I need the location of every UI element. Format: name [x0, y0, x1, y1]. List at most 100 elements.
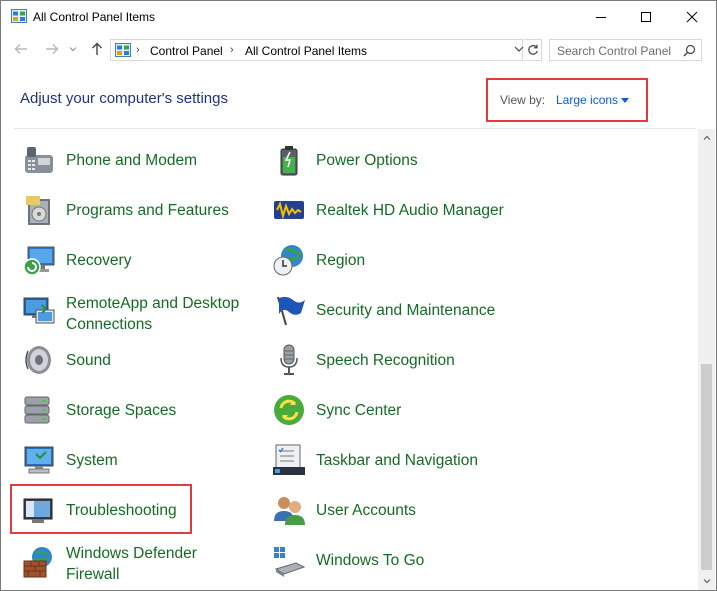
view-by-dropdown[interactable]: Large icons [556, 93, 618, 107]
item-troubleshooting[interactable]: Troubleshooting [22, 493, 242, 529]
programs-features-icon [26, 196, 50, 225]
item-label[interactable]: RemoteApp and Desktop [66, 293, 239, 314]
item-programs-and-features[interactable]: Programs and Features [22, 193, 242, 229]
item-label[interactable]: Sound [66, 350, 111, 371]
item-label[interactable]: Sync Center [316, 400, 401, 421]
storage-spaces-icon [24, 396, 50, 424]
item-system[interactable]: System [22, 443, 242, 479]
chevron-down-icon [514, 46, 524, 52]
control-panel-icon [11, 9, 27, 23]
forward-button[interactable] [42, 40, 62, 58]
window-title: All Control Panel Items [33, 10, 156, 24]
user-accounts-icon [274, 497, 305, 525]
item-taskbar-and-navigation[interactable]: Taskbar and Navigation [272, 443, 532, 479]
speaker-icon [25, 346, 51, 374]
remoteapp-icon [23, 297, 55, 324]
phone-modem-icon [25, 147, 53, 173]
breadcrumb-control-panel[interactable]: Control Panel [150, 44, 223, 58]
item-phone-and-modem[interactable]: Phone and Modem [22, 143, 242, 179]
search-icon [683, 44, 696, 57]
usb-drive-icon [274, 547, 306, 577]
item-windows-defender-firewall[interactable]: Windows Defender Firewall [22, 543, 252, 587]
chevron-down-icon [69, 47, 77, 52]
search-input[interactable]: Search Control Panel [549, 39, 702, 61]
recent-locations-button[interactable] [66, 40, 80, 58]
scroll-up-button[interactable] [698, 129, 715, 146]
items-grid: Phone and Modem Programs and Features Re… [1, 129, 698, 590]
item-label[interactable]: Taskbar and Navigation [316, 450, 478, 471]
item-label[interactable]: Windows To Go [316, 550, 424, 571]
item-label[interactable]: Windows Defender [66, 543, 197, 564]
close-icon [686, 11, 698, 23]
arrow-left-icon [14, 44, 27, 54]
address-bar[interactable]: › Control Panel › All Control Panel Item… [110, 39, 523, 61]
item-security-and-maintenance[interactable]: Security and Maintenance [272, 293, 532, 329]
troubleshooting-icon [23, 498, 53, 523]
item-label[interactable]: Phone and Modem [66, 150, 197, 171]
arrow-right-icon [46, 44, 59, 54]
control-panel-icon [115, 43, 131, 57]
item-label[interactable]: Programs and Features [66, 200, 229, 221]
up-button[interactable] [87, 40, 107, 58]
item-label-line2[interactable]: Connections [66, 314, 152, 335]
item-label[interactable]: Recovery [66, 250, 131, 271]
realtek-audio-icon [274, 201, 304, 220]
item-sync-center[interactable]: Sync Center [272, 393, 532, 429]
scroll-down-button[interactable] [698, 573, 715, 590]
item-region[interactable]: Region [272, 243, 532, 279]
microphone-icon [280, 344, 298, 375]
firewall-icon [23, 547, 52, 578]
refresh-button[interactable] [524, 39, 542, 61]
maximize-icon [641, 12, 651, 22]
item-label[interactable]: Speech Recognition [316, 350, 455, 371]
system-computer-icon [24, 446, 54, 474]
item-label[interactable]: Realtek HD Audio Manager [316, 200, 504, 221]
title-bar[interactable]: All Control Panel Items [1, 1, 716, 33]
item-windows-to-go[interactable]: Windows To Go [272, 543, 532, 579]
item-label[interactable]: User Accounts [316, 500, 416, 521]
arrow-up-icon [92, 42, 102, 55]
control-panel-window: All Control Panel Items › Control Panel … [0, 0, 717, 591]
item-label[interactable]: Troubleshooting [66, 500, 177, 521]
item-user-accounts[interactable]: User Accounts [272, 493, 532, 529]
item-label-line2[interactable]: Firewall [66, 564, 119, 585]
sync-icon [274, 395, 304, 425]
item-label[interactable]: Power Options [316, 150, 418, 171]
globe-clock-icon [273, 245, 303, 276]
recovery-icon [23, 246, 55, 276]
navigation-bar: › Control Panel › All Control Panel Item… [1, 34, 716, 64]
breadcrumb-chevron-icon[interactable]: › [230, 44, 234, 56]
item-storage-spaces[interactable]: Storage Spaces [22, 393, 242, 429]
page-title: Adjust your computer's settings [20, 90, 228, 107]
close-button[interactable] [669, 1, 715, 33]
search-placeholder: Search Control Panel [557, 44, 672, 58]
item-sound[interactable]: Sound [22, 343, 242, 379]
item-speech-recognition[interactable]: Speech Recognition [272, 343, 532, 379]
breadcrumb-all-items[interactable]: All Control Panel Items [245, 44, 367, 58]
chevron-up-icon [703, 135, 710, 140]
view-by-highlight: View by: Large icons [486, 78, 648, 122]
maximize-button[interactable] [623, 1, 669, 33]
flag-icon [277, 296, 305, 326]
item-label[interactable]: Storage Spaces [66, 400, 176, 421]
battery-icon [280, 146, 298, 176]
view-by-label: View by: [500, 93, 546, 107]
item-realtek-hd-audio-manager[interactable]: Realtek HD Audio Manager [272, 193, 532, 229]
item-label[interactable]: System [66, 450, 118, 471]
content-header: Adjust your computer's settings View by:… [1, 65, 716, 129]
minimize-icon [596, 17, 606, 18]
item-recovery[interactable]: Recovery [22, 243, 242, 279]
scroll-thumb[interactable] [701, 364, 712, 570]
back-button[interactable] [11, 40, 31, 58]
breadcrumb-chevron-icon[interactable]: › [136, 44, 140, 56]
item-remoteapp-and-desktop-connections[interactable]: RemoteApp and Desktop Connections [22, 293, 252, 337]
item-label[interactable]: Region [316, 250, 365, 271]
taskbar-icon [273, 444, 305, 475]
vertical-scrollbar[interactable] [698, 129, 715, 590]
minimize-button[interactable] [578, 1, 624, 33]
item-label[interactable]: Security and Maintenance [316, 300, 495, 321]
chevron-down-icon [703, 579, 710, 584]
caret-down-icon[interactable] [621, 98, 629, 103]
item-power-options[interactable]: Power Options [272, 143, 532, 179]
refresh-icon [527, 44, 538, 55]
